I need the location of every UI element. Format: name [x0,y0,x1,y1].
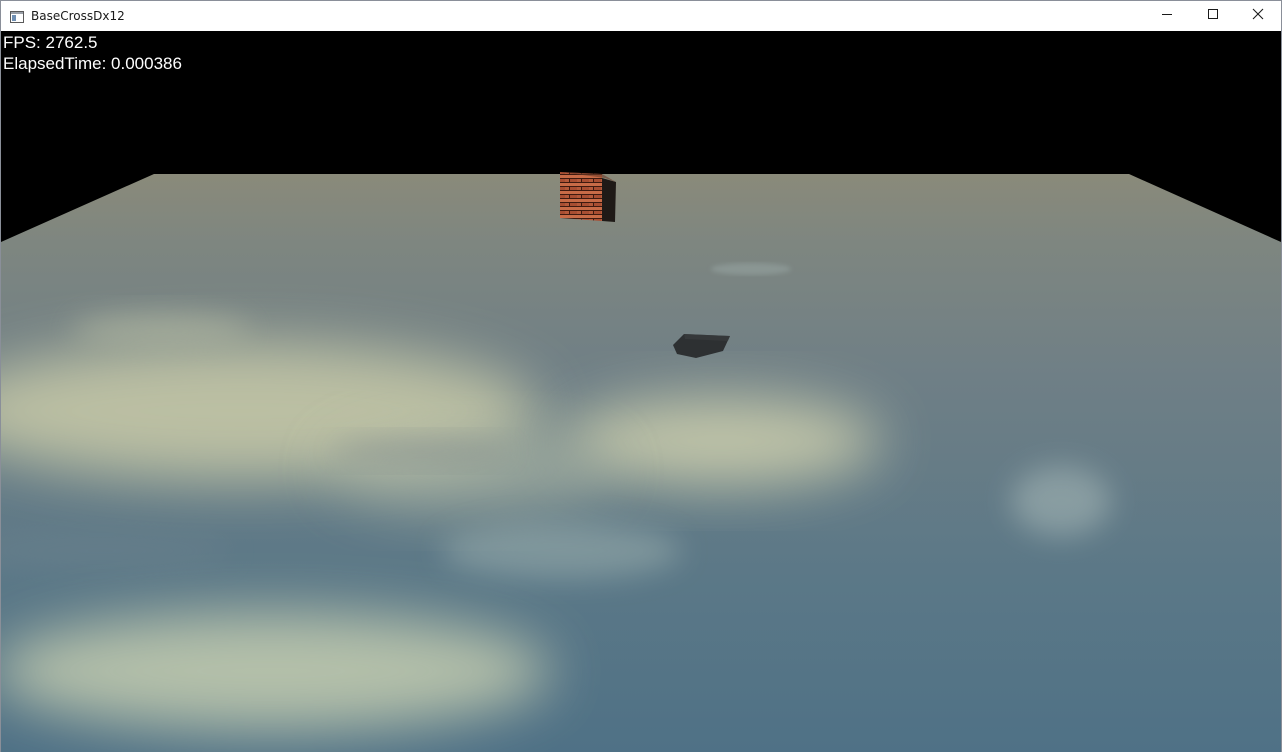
game-viewport[interactable]: FPS: 2762.5 ElapsedTime: 0.000386 [1,31,1281,752]
ground-plane [1,174,1281,752]
close-button[interactable] [1235,1,1281,31]
window-title: BaseCrossDx12 [31,9,125,23]
minimize-icon [1161,7,1173,25]
maximize-button[interactable] [1190,1,1236,31]
title-bar[interactable]: BaseCrossDx12 [1,1,1281,31]
app-window-icon [10,10,24,23]
minimize-button[interactable] [1144,1,1190,31]
fps-readout: FPS: 2762.5 [3,33,98,52]
elapsed-time-readout: ElapsedTime: 0.000386 [3,54,182,73]
scene-render [1,172,1281,752]
maximize-icon [1207,7,1219,25]
close-icon [1252,7,1264,25]
app-window: BaseCrossDx12 FPS: 2762.5 ElapsedTime: 0… [0,0,1282,752]
